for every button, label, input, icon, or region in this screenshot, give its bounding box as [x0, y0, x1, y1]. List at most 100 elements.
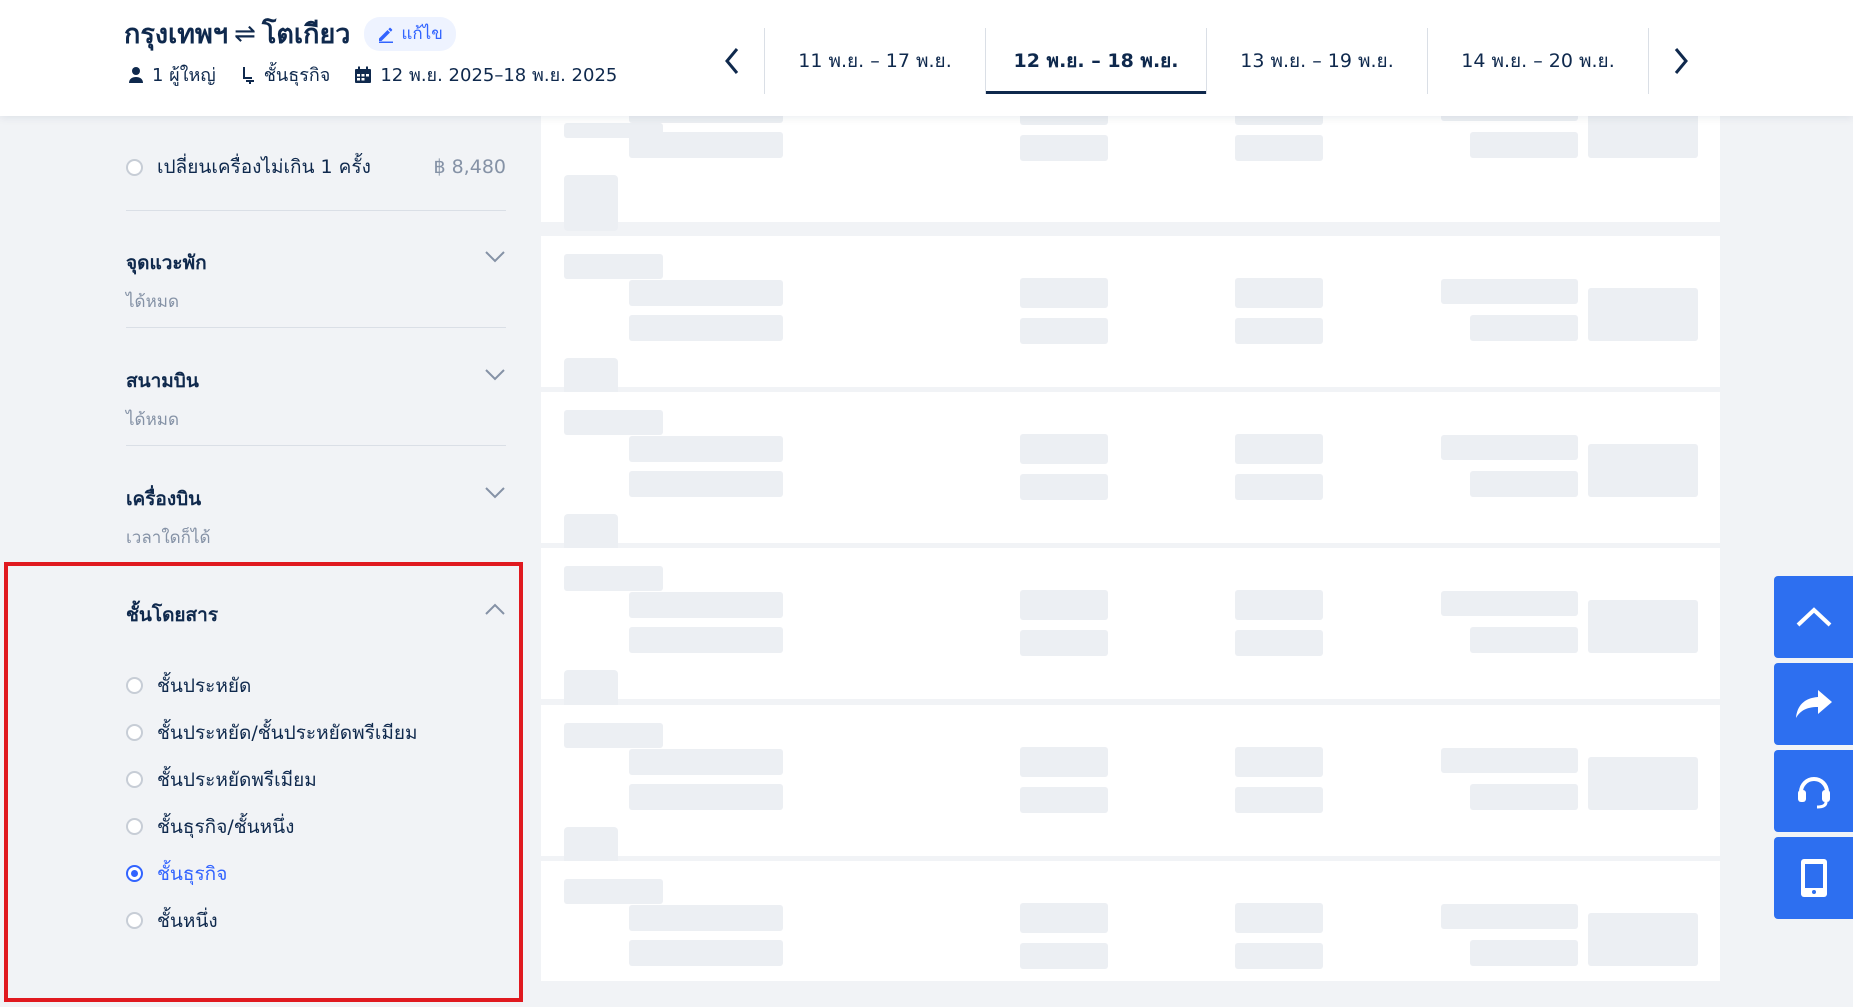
chevron-down-icon[interactable] — [484, 486, 506, 500]
skeleton-bar — [629, 592, 783, 618]
cabin-class-options: ชั้นประหยัด ชั้นประหยัด/ชั้นประหยัดพรีเม… — [126, 662, 418, 944]
skeleton-bar — [1470, 132, 1578, 158]
radio-button-selected[interactable] — [126, 865, 143, 882]
filter-sidebar: เปลี่ยนเครื่องไม่เกิน 1 ครั้ง ฿ 8,480 จุ… — [0, 116, 540, 981]
date-tab-1[interactable]: 11 พ.ย. – 17 พ.ย. — [764, 28, 985, 94]
skeleton-bar — [1441, 116, 1578, 121]
skeleton-bar — [1235, 135, 1323, 161]
skeleton-bar — [1020, 903, 1108, 933]
cabin-option-economy[interactable]: ชั้นประหยัด — [126, 662, 418, 709]
cabin-option-business-first[interactable]: ชั้นธุรกิจ/ชั้นหนึ่ง — [126, 803, 418, 850]
skeleton-bar — [1020, 434, 1108, 464]
chevron-up-icon[interactable] — [484, 602, 506, 616]
skeleton-bar — [629, 940, 783, 966]
skeleton-bar — [564, 723, 663, 748]
skeleton-bar — [1235, 318, 1323, 344]
radio-button[interactable] — [126, 771, 143, 788]
skeleton-bar — [1441, 279, 1578, 304]
mobile-app-button[interactable] — [1774, 837, 1853, 919]
skeleton-bar — [1235, 474, 1323, 500]
passenger-count: 1 ผู้ใหญ่ — [128, 60, 216, 89]
skeleton-bar — [629, 315, 783, 341]
divider — [126, 445, 506, 446]
skeleton-bar — [1588, 288, 1698, 341]
skeleton-bar — [629, 116, 783, 123]
date-selector: 11 พ.ย. – 17 พ.ย. 12 พ.ย. – 18 พ.ย. 13 พ… — [700, 28, 1713, 94]
skeleton-bar — [564, 175, 618, 231]
prev-dates-button[interactable] — [700, 28, 764, 94]
skeleton-bar — [1235, 943, 1323, 969]
skeleton-bar — [1441, 591, 1578, 616]
skeleton-bar — [1235, 903, 1323, 933]
section-value: เวลาใดก็ได้ — [126, 528, 211, 548]
skeleton-bar — [1020, 278, 1108, 308]
skeleton-bar — [1470, 315, 1578, 341]
route-title: กรุงเทพฯ ⇌ โตเกียว แก้ไข — [124, 12, 456, 55]
skeleton-bar — [1235, 434, 1323, 464]
skeleton-bar — [1235, 747, 1323, 777]
skeleton-bar — [1441, 904, 1578, 929]
date-tab-4[interactable]: 14 พ.ย. – 20 พ.ย. — [1427, 28, 1649, 94]
swap-icon: ⇌ — [234, 18, 256, 49]
section-value: ได้หมด — [126, 410, 180, 430]
skeleton-bar — [1235, 787, 1323, 813]
cabin-option-economy-premium[interactable]: ชั้นประหยัด/ชั้นประหยัดพรีเมียม — [126, 709, 418, 756]
date-tab-2-selected[interactable]: 12 พ.ย. – 18 พ.ย. — [985, 28, 1206, 94]
back-to-top-button[interactable] — [1774, 576, 1853, 658]
support-button[interactable] — [1774, 750, 1853, 832]
cabin-summary: ชั้นธุรกิจ — [240, 60, 330, 89]
share-icon — [1795, 690, 1832, 718]
section-title: จุดแวะพัก — [126, 252, 207, 274]
search-header: กรุงเทพฯ ⇌ โตเกียว แก้ไข 1 ผู้ใหญ่ ชั้นธ… — [0, 0, 1853, 116]
radio-button[interactable] — [126, 912, 143, 929]
skeleton-bar — [1470, 471, 1578, 497]
skeleton-bar — [629, 436, 783, 462]
option-label: ชั้นประหยัด/ชั้นประหยัดพรีเมียม — [157, 721, 418, 744]
share-button[interactable] — [1774, 663, 1853, 745]
chevron-right-icon — [1674, 48, 1688, 74]
radio-button[interactable] — [126, 158, 143, 176]
flight-card-skeleton — [541, 236, 1720, 414]
cabin-class-title[interactable]: ชั้นโดยสาร — [126, 600, 218, 630]
chevron-down-icon[interactable] — [484, 368, 506, 382]
cabin-option-first[interactable]: ชั้นหนึ่ง — [126, 897, 418, 944]
stops-option-max-one[interactable]: เปลี่ยนเครื่องไม่เกิน 1 ครั้ง ฿ 8,480 — [126, 152, 506, 182]
radio-button[interactable] — [126, 677, 143, 694]
pencil-icon — [379, 27, 394, 43]
radio-button[interactable] — [126, 724, 143, 741]
skeleton-bar — [564, 410, 663, 435]
skeleton-bar — [629, 905, 783, 931]
skeleton-bar — [1470, 940, 1578, 966]
skeleton-bar — [1020, 116, 1108, 125]
skeleton-bar — [1588, 757, 1698, 810]
skeleton-bar — [629, 471, 783, 497]
skeleton-bar — [1470, 627, 1578, 653]
skeleton-bar — [1470, 784, 1578, 810]
skeleton-bar — [629, 784, 783, 810]
skeleton-bar — [1020, 474, 1108, 500]
skeleton-bar — [1588, 116, 1698, 158]
filter-section-airport[interactable]: สนามบิน ได้หมด — [126, 366, 506, 433]
mobile-app-icon — [1800, 859, 1827, 897]
skeleton-bar — [629, 627, 783, 653]
section-title: สนามบิน — [126, 370, 199, 392]
radio-button[interactable] — [126, 818, 143, 835]
cabin-option-premium-economy[interactable]: ชั้นประหยัดพรีเมียม — [126, 756, 418, 803]
edit-search-button[interactable]: แก้ไข — [364, 16, 456, 51]
filter-section-aircraft[interactable]: เครื่องบิน เวลาใดก็ได้ — [126, 484, 506, 551]
filter-section-layover[interactable]: จุดแวะพัก ได้หมด — [126, 248, 506, 315]
flight-card-skeleton — [541, 392, 1720, 570]
chevron-left-icon — [725, 48, 739, 74]
cabin-option-business[interactable]: ชั้นธุรกิจ — [126, 850, 418, 897]
stops-option-label: เปลี่ยนเครื่องไม่เกิน 1 ครั้ง — [157, 156, 371, 178]
chevron-down-icon[interactable] — [484, 250, 506, 264]
next-dates-button[interactable] — [1649, 28, 1713, 94]
back-to-top-icon — [1796, 607, 1831, 627]
skeleton-bar — [1588, 913, 1698, 966]
skeleton-bar — [1020, 630, 1108, 656]
calendar-icon — [355, 66, 372, 83]
skeleton-bar — [1020, 787, 1108, 813]
option-label: ชั้นธุรกิจ — [157, 862, 228, 885]
option-label: ชั้นหนึ่ง — [157, 909, 218, 932]
date-tab-3[interactable]: 13 พ.ย. – 19 พ.ย. — [1206, 28, 1427, 94]
